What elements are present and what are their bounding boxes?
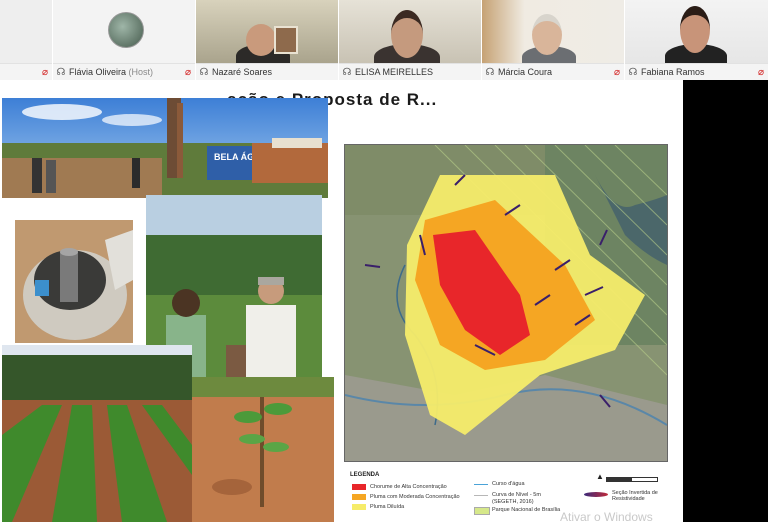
legend-label: Curva de Nível - 5m [492, 492, 541, 498]
mic-muted-icon[interactable]: ⌀ [38, 67, 52, 78]
mic-muted-icon[interactable]: ⌀ [610, 67, 624, 78]
participant-name-bar: ☊ Nazaré Soares [196, 63, 338, 80]
participant-tile[interactable]: ☊ Flávia Oliveira (Host) ⌀ [53, 0, 195, 80]
presentation-slide: ...ação e Proposta de R... BELA ÁGUA [0, 80, 683, 522]
participant-head [246, 24, 276, 56]
participant-tile[interactable]: ☊ Nazaré Soares [196, 0, 338, 80]
legend-label: Pluma Diluída [370, 504, 405, 510]
participant-name: Flávia Oliveira (Host) [69, 67, 154, 77]
participant-tile-active-speaker[interactable]: ☊ ELISA MEIRELLES [339, 0, 481, 80]
participant-name: Nazaré Soares [212, 67, 273, 77]
legend-swatch-moderate [352, 494, 366, 500]
participant-video [339, 0, 481, 70]
photo-seedling-image [192, 377, 334, 522]
participant-video [625, 0, 768, 68]
headset-icon: ☊ [342, 66, 352, 78]
avatar [108, 12, 144, 48]
photo-crop-rows-image [2, 345, 192, 522]
photo-seedling [192, 377, 334, 522]
legend-swatch-resistivity [584, 492, 608, 497]
participant-head [391, 10, 423, 58]
contamination-plume-map [344, 144, 668, 462]
legend-swatch-diluted [352, 504, 366, 510]
participant-gallery: ⌀ ☊ Flávia Oliveira (Host) ⌀ ☊ Nazaré So… [0, 0, 768, 80]
legend-label: Chorume de Alta Concentração [370, 484, 447, 490]
legend-swatch-park [474, 507, 490, 515]
headset-icon: ☊ [56, 66, 66, 78]
participant-tile[interactable]: ☊ Márcia Coura ⌀ [482, 0, 624, 80]
legend-label: (SEGETH, 2016) [492, 499, 534, 505]
legend-label: Parque Nacional de Brasília [492, 507, 561, 513]
mic-muted-icon[interactable]: ⌀ [181, 67, 195, 78]
legend-label: Pluma com Moderada Concentração [370, 494, 460, 500]
participant-name: Márcia Coura [498, 67, 553, 77]
mic-muted-icon[interactable]: ⌀ [754, 67, 768, 78]
picture-frame [274, 26, 298, 54]
shared-screen: ...ação e Proposta de R... BELA ÁGUA [0, 80, 768, 524]
headset-icon: ☊ [485, 66, 495, 78]
participant-name-bar: ☊ Márcia Coura ⌀ [482, 63, 624, 80]
participant-video [196, 0, 338, 68]
legend-label: Seção Invertida de Resistividade [612, 490, 658, 502]
participant-name: Fabiana Ramos [641, 67, 705, 77]
legend-swatch-high [352, 484, 366, 490]
participant-video [53, 0, 195, 64]
participant-video [0, 0, 52, 64]
photo-monitoring-well [15, 220, 133, 343]
participant-name: ELISA MEIRELLES [355, 67, 434, 77]
legend-title: LEGENDA [350, 472, 380, 478]
participant-tile[interactable]: ⌀ [0, 0, 52, 80]
participant-name-bar: ☊ Fabiana Ramos ⌀ [625, 63, 768, 80]
photo-crop-rows [2, 345, 192, 522]
headset-icon: ☊ [628, 66, 638, 78]
legend-swatch-stream [474, 484, 488, 485]
photo-drilling-site: BELA ÁGUA [2, 98, 328, 198]
participant-name-bar: ☊ ELISA MEIRELLES [339, 63, 481, 80]
participant-video [482, 0, 624, 68]
plume-map-image [345, 145, 667, 461]
headset-icon: ☊ [199, 66, 209, 78]
scale-bar [606, 477, 658, 482]
participant-head [680, 6, 710, 53]
north-arrow-icon: ▲ [596, 472, 604, 481]
participant-head [532, 14, 562, 55]
photo-monitoring-well-image [15, 220, 133, 343]
legend-label: Curso d'água [492, 481, 525, 487]
participant-tile[interactable]: ☊ Fabiana Ramos ⌀ [625, 0, 768, 80]
legend-swatch-contour [474, 495, 488, 496]
participant-name-bar: ⌀ [0, 63, 52, 80]
participant-name-bar: ☊ Flávia Oliveira (Host) ⌀ [53, 63, 195, 80]
photo-drilling-site-image: BELA ÁGUA [2, 98, 328, 198]
